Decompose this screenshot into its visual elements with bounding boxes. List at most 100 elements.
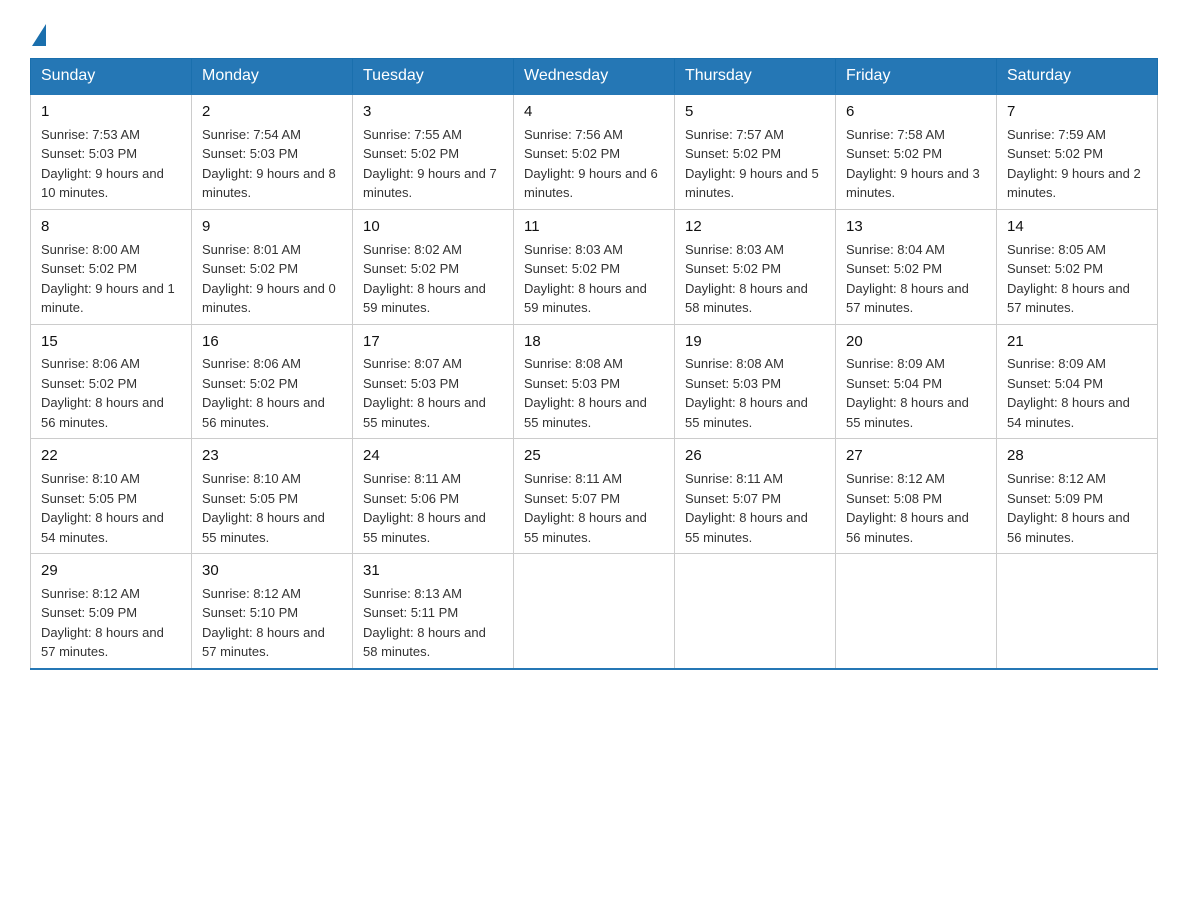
day-info: Sunrise: 7:54 AMSunset: 5:03 PMDaylight:… [202,125,342,203]
week-row-4: 22Sunrise: 8:10 AMSunset: 5:05 PMDayligh… [31,439,1158,554]
day-cell: 28Sunrise: 8:12 AMSunset: 5:09 PMDayligh… [997,439,1158,554]
day-cell: 6Sunrise: 7:58 AMSunset: 5:02 PMDaylight… [836,94,997,209]
header-cell-wednesday: Wednesday [514,59,675,95]
day-number: 8 [41,216,181,238]
day-number: 19 [685,331,825,353]
day-cell: 16Sunrise: 8:06 AMSunset: 5:02 PMDayligh… [192,324,353,439]
day-number: 27 [846,445,986,467]
day-cell [514,554,675,669]
day-info: Sunrise: 8:07 AMSunset: 5:03 PMDaylight:… [363,354,503,432]
day-number: 7 [1007,101,1147,123]
day-cell: 1Sunrise: 7:53 AMSunset: 5:03 PMDaylight… [31,94,192,209]
day-cell: 17Sunrise: 8:07 AMSunset: 5:03 PMDayligh… [353,324,514,439]
logo-triangle-icon [32,24,46,46]
day-info: Sunrise: 8:12 AMSunset: 5:09 PMDaylight:… [41,584,181,662]
day-cell: 4Sunrise: 7:56 AMSunset: 5:02 PMDaylight… [514,94,675,209]
day-number: 31 [363,560,503,582]
day-number: 24 [363,445,503,467]
day-info: Sunrise: 8:12 AMSunset: 5:09 PMDaylight:… [1007,469,1147,547]
day-cell: 11Sunrise: 8:03 AMSunset: 5:02 PMDayligh… [514,209,675,324]
day-info: Sunrise: 7:59 AMSunset: 5:02 PMDaylight:… [1007,125,1147,203]
day-cell: 31Sunrise: 8:13 AMSunset: 5:11 PMDayligh… [353,554,514,669]
day-info: Sunrise: 8:11 AMSunset: 5:07 PMDaylight:… [685,469,825,547]
day-cell: 13Sunrise: 8:04 AMSunset: 5:02 PMDayligh… [836,209,997,324]
day-number: 30 [202,560,342,582]
day-cell: 18Sunrise: 8:08 AMSunset: 5:03 PMDayligh… [514,324,675,439]
week-row-2: 8Sunrise: 8:00 AMSunset: 5:02 PMDaylight… [31,209,1158,324]
day-cell: 8Sunrise: 8:00 AMSunset: 5:02 PMDaylight… [31,209,192,324]
day-info: Sunrise: 8:11 AMSunset: 5:06 PMDaylight:… [363,469,503,547]
day-cell: 9Sunrise: 8:01 AMSunset: 5:02 PMDaylight… [192,209,353,324]
day-cell: 27Sunrise: 8:12 AMSunset: 5:08 PMDayligh… [836,439,997,554]
day-info: Sunrise: 8:10 AMSunset: 5:05 PMDaylight:… [41,469,181,547]
day-number: 6 [846,101,986,123]
day-cell: 15Sunrise: 8:06 AMSunset: 5:02 PMDayligh… [31,324,192,439]
week-row-3: 15Sunrise: 8:06 AMSunset: 5:02 PMDayligh… [31,324,1158,439]
day-cell: 19Sunrise: 8:08 AMSunset: 5:03 PMDayligh… [675,324,836,439]
day-number: 21 [1007,331,1147,353]
day-number: 16 [202,331,342,353]
day-number: 25 [524,445,664,467]
day-info: Sunrise: 8:05 AMSunset: 5:02 PMDaylight:… [1007,240,1147,318]
day-cell: 12Sunrise: 8:03 AMSunset: 5:02 PMDayligh… [675,209,836,324]
day-number: 18 [524,331,664,353]
day-cell: 14Sunrise: 8:05 AMSunset: 5:02 PMDayligh… [997,209,1158,324]
calendar-table: SundayMondayTuesdayWednesdayThursdayFrid… [30,58,1158,670]
day-info: Sunrise: 7:55 AMSunset: 5:02 PMDaylight:… [363,125,503,203]
day-number: 14 [1007,216,1147,238]
day-cell: 29Sunrise: 8:12 AMSunset: 5:09 PMDayligh… [31,554,192,669]
day-number: 3 [363,101,503,123]
header-cell-tuesday: Tuesday [353,59,514,95]
day-cell [997,554,1158,669]
day-info: Sunrise: 8:08 AMSunset: 5:03 PMDaylight:… [524,354,664,432]
day-number: 5 [685,101,825,123]
header-cell-sunday: Sunday [31,59,192,95]
day-info: Sunrise: 8:00 AMSunset: 5:02 PMDaylight:… [41,240,181,318]
day-info: Sunrise: 8:08 AMSunset: 5:03 PMDaylight:… [685,354,825,432]
day-number: 9 [202,216,342,238]
day-info: Sunrise: 8:03 AMSunset: 5:02 PMDaylight:… [524,240,664,318]
day-info: Sunrise: 8:10 AMSunset: 5:05 PMDaylight:… [202,469,342,547]
day-number: 2 [202,101,342,123]
page-header [30,20,1158,38]
day-cell: 2Sunrise: 7:54 AMSunset: 5:03 PMDaylight… [192,94,353,209]
calendar-body: 1Sunrise: 7:53 AMSunset: 5:03 PMDaylight… [31,94,1158,669]
day-number: 12 [685,216,825,238]
day-number: 20 [846,331,986,353]
header-row: SundayMondayTuesdayWednesdayThursdayFrid… [31,59,1158,95]
day-cell: 25Sunrise: 8:11 AMSunset: 5:07 PMDayligh… [514,439,675,554]
day-cell: 20Sunrise: 8:09 AMSunset: 5:04 PMDayligh… [836,324,997,439]
day-number: 1 [41,101,181,123]
day-info: Sunrise: 7:58 AMSunset: 5:02 PMDaylight:… [846,125,986,203]
day-cell [836,554,997,669]
day-info: Sunrise: 8:02 AMSunset: 5:02 PMDaylight:… [363,240,503,318]
day-cell: 22Sunrise: 8:10 AMSunset: 5:05 PMDayligh… [31,439,192,554]
header-cell-friday: Friday [836,59,997,95]
day-cell: 5Sunrise: 7:57 AMSunset: 5:02 PMDaylight… [675,94,836,209]
day-info: Sunrise: 8:09 AMSunset: 5:04 PMDaylight:… [846,354,986,432]
day-number: 4 [524,101,664,123]
day-cell [675,554,836,669]
day-info: Sunrise: 7:57 AMSunset: 5:02 PMDaylight:… [685,125,825,203]
day-number: 23 [202,445,342,467]
day-info: Sunrise: 7:56 AMSunset: 5:02 PMDaylight:… [524,125,664,203]
day-cell: 30Sunrise: 8:12 AMSunset: 5:10 PMDayligh… [192,554,353,669]
day-info: Sunrise: 8:06 AMSunset: 5:02 PMDaylight:… [41,354,181,432]
day-cell: 3Sunrise: 7:55 AMSunset: 5:02 PMDaylight… [353,94,514,209]
day-info: Sunrise: 8:09 AMSunset: 5:04 PMDaylight:… [1007,354,1147,432]
week-row-1: 1Sunrise: 7:53 AMSunset: 5:03 PMDaylight… [31,94,1158,209]
day-number: 10 [363,216,503,238]
day-number: 11 [524,216,664,238]
day-info: Sunrise: 8:12 AMSunset: 5:10 PMDaylight:… [202,584,342,662]
day-number: 17 [363,331,503,353]
header-cell-saturday: Saturday [997,59,1158,95]
day-info: Sunrise: 8:06 AMSunset: 5:02 PMDaylight:… [202,354,342,432]
logo [30,20,46,38]
day-info: Sunrise: 8:04 AMSunset: 5:02 PMDaylight:… [846,240,986,318]
day-cell: 21Sunrise: 8:09 AMSunset: 5:04 PMDayligh… [997,324,1158,439]
calendar-header: SundayMondayTuesdayWednesdayThursdayFrid… [31,59,1158,95]
day-number: 26 [685,445,825,467]
day-info: Sunrise: 7:53 AMSunset: 5:03 PMDaylight:… [41,125,181,203]
day-info: Sunrise: 8:01 AMSunset: 5:02 PMDaylight:… [202,240,342,318]
day-info: Sunrise: 8:03 AMSunset: 5:02 PMDaylight:… [685,240,825,318]
